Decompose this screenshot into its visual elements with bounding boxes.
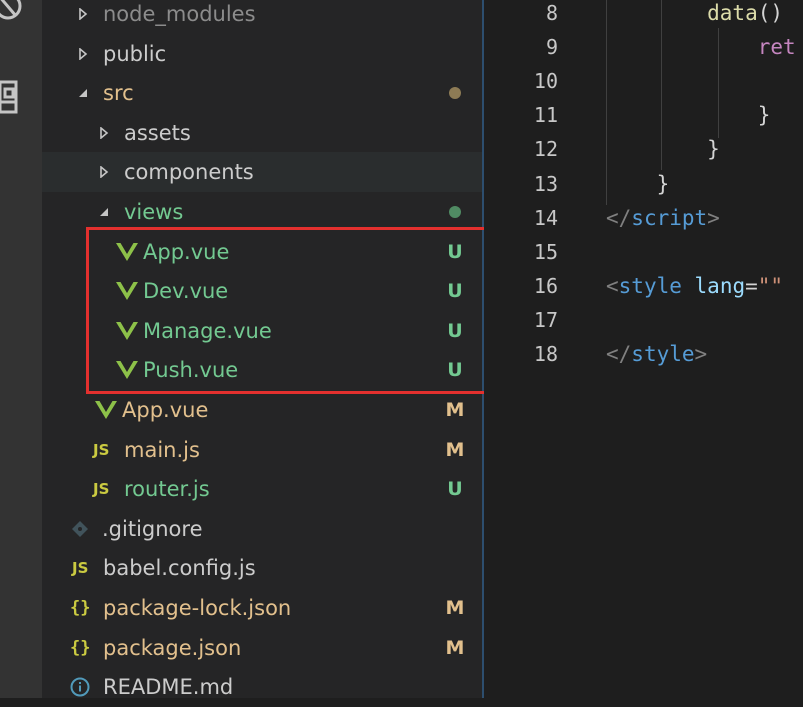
info-icon [70, 667, 90, 707]
javascript-icon: JS [93, 480, 110, 499]
indent-guide [661, 0, 662, 170]
chevron-right-icon[interactable] [97, 152, 111, 192]
line-number: 8 [545, 1, 558, 25]
code-token: script [631, 205, 708, 230]
tree-item-label: src [103, 81, 134, 106]
code-token: > [694, 342, 708, 366]
code-token: > [707, 205, 720, 230]
tree-folder[interactable]: public [42, 34, 482, 74]
code-line[interactable]: <style lang="" [606, 269, 783, 303]
git-status-badge: U [447, 478, 463, 501]
tree-item-label: components [124, 160, 254, 185]
tree-file[interactable]: JS babel.config.js [42, 548, 482, 588]
tree-folder[interactable]: views [42, 192, 482, 232]
code-token: style [631, 342, 695, 366]
code-line[interactable]: } [606, 167, 670, 201]
tree-file[interactable]: README.md [42, 667, 482, 707]
tree-folder[interactable]: components [42, 152, 482, 193]
indent-guide [606, 0, 607, 205]
code-token: } [606, 103, 771, 128]
git-status-dot [449, 87, 461, 100]
git-status-badge: M [445, 597, 465, 619]
line-number: 15 [533, 239, 558, 264]
code-line[interactable]: ret [606, 30, 796, 64]
line-number: 12 [533, 137, 558, 162]
code-token: style [618, 273, 682, 298]
tree-folder[interactable]: node_modules [42, 0, 482, 34]
code-token: () [757, 1, 784, 25]
tree-item-label: package.json [103, 635, 242, 660]
code-token: } [606, 137, 720, 162]
tree-item-label: README.md [103, 675, 234, 700]
highlight-box [86, 227, 509, 394]
code-line[interactable]: } [606, 98, 771, 132]
json-icon: {} [70, 598, 91, 618]
line-number: 16 [533, 273, 558, 298]
chevron-down-icon[interactable] [76, 73, 90, 113]
code-line[interactable]: </style> [606, 337, 707, 371]
line-number: 11 [533, 103, 558, 128]
code-line[interactable]: </script> [606, 201, 720, 235]
javascript-icon: JS [93, 440, 110, 459]
chevron-right-icon[interactable] [76, 0, 90, 34]
line-number: 18 [533, 342, 558, 366]
line-number: 13 [533, 171, 558, 196]
code-token: lang [694, 273, 746, 298]
no-debug-icon[interactable] [0, 0, 32, 32]
code-line[interactable]: data() [606, 0, 783, 30]
line-number: 17 [533, 307, 558, 332]
tree-folder[interactable]: assets [42, 113, 482, 153]
tree-item-label: assets [124, 120, 191, 145]
code-token: < [606, 273, 619, 298]
tree-item-label: App.vue [122, 398, 209, 422]
code-token: = [745, 273, 758, 298]
tree-item-label: babel.config.js [103, 556, 256, 581]
code-token: </ [606, 342, 632, 366]
json-icon: {} [70, 637, 91, 658]
chevron-right-icon[interactable] [76, 34, 90, 74]
tree-file[interactable]: {} package.json M [42, 628, 482, 668]
tree-file[interactable]: JS main.js M [42, 430, 482, 470]
line-number: 10 [533, 69, 558, 94]
code-editor[interactable]: 8 data() 9 ret 10 11 } 12 } 13 } 14 </script> 15… [484, 0, 803, 698]
line-number: 9 [545, 35, 558, 60]
chevron-right-icon[interactable] [97, 113, 111, 153]
tree-item-label: node_modules [103, 2, 256, 26]
git-status-dot [449, 206, 461, 218]
code-line[interactable]: } [606, 132, 720, 166]
tree-file[interactable]: .gitignore [42, 509, 482, 549]
tree-item-label: router.js [124, 477, 210, 502]
git-status-badge: M [445, 438, 465, 461]
indent-guide [718, 28, 719, 138]
tree-file[interactable]: App.vue M [42, 390, 482, 430]
javascript-icon: JS [72, 559, 89, 578]
line-number: 14 [533, 205, 558, 230]
tree-item-label: public [103, 41, 167, 66]
vue-icon [95, 390, 117, 430]
tree-item-label: main.js [124, 437, 200, 462]
tree-item-label: views [124, 200, 184, 224]
code-token: "" [757, 273, 784, 298]
tree-item-label: .gitignore [102, 516, 203, 541]
git-status-badge: M [445, 399, 465, 421]
tree-file[interactable]: {} package-lock.json M [42, 588, 482, 628]
tree-folder[interactable]: src [42, 73, 482, 113]
code-token: data [606, 1, 758, 25]
git-icon [72, 509, 88, 549]
tree-item-label: package-lock.json [103, 596, 292, 620]
code-token: } [606, 171, 670, 196]
code-token: </ [606, 205, 632, 230]
extensions-icon[interactable] [0, 76, 24, 122]
git-status-badge: M [445, 636, 465, 659]
activity-bar [0, 0, 42, 698]
tree-file[interactable]: JS router.js U [42, 469, 482, 509]
chevron-down-icon[interactable] [97, 192, 111, 232]
code-token: ret [606, 35, 796, 60]
